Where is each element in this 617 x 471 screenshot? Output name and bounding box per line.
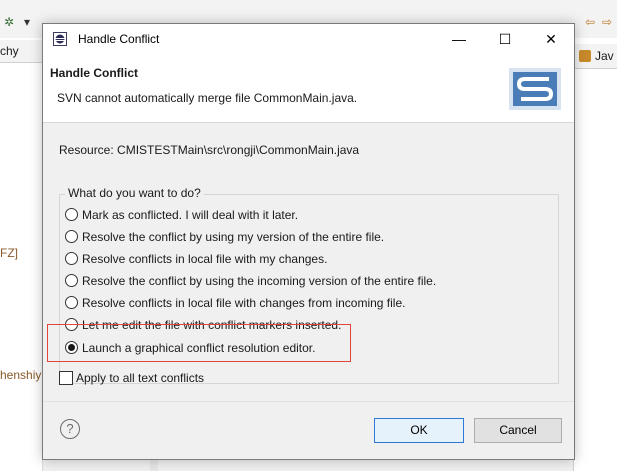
option-label: Resolve the conflict by using the incomi… [82,274,437,288]
header-description: SVN cannot automatically merge file Comm… [57,91,358,105]
option-label: Resolve conflicts in local file with my … [82,252,328,266]
back-arrow-icon[interactable]: ⇦ [585,16,595,28]
option-label: Resolve conflicts in local file with cha… [82,296,406,310]
gear-icon[interactable]: ✲ [4,16,14,28]
option-label: Mark as conflicted. I will deal with it … [82,208,299,222]
close-button[interactable]: ✕ [528,24,574,55]
checkbox-label: Apply to all text conflicts [76,371,205,385]
question-label: What do you want to do? [65,186,204,200]
left-text-1: FZ] [0,246,18,260]
ok-button[interactable]: OK [374,418,464,443]
highlight-annotation [47,324,351,362]
handle-conflict-dialog: Handle Conflict — ☐ ✕ Handle Conflict SV… [42,23,575,460]
eclipse-icon [53,32,67,46]
left-tab[interactable]: chy [0,40,42,63]
svn-logo-icon [509,68,561,110]
radio-button[interactable] [65,252,78,265]
maximize-button[interactable]: ☐ [482,24,528,55]
help-icon[interactable]: ? [60,419,80,439]
right-panel [573,38,617,471]
cancel-button[interactable]: Cancel [474,418,562,443]
resource-path: Resource: CMISTESTMain\src\rongji\Common… [59,143,360,157]
option-label: Resolve the conflict by using my version… [82,230,385,244]
dropdown-arrow-icon[interactable]: ▾ [24,16,30,28]
dialog-header: Handle Conflict SVN cannot automatically… [43,55,574,123]
minimize-button[interactable]: — [436,24,482,55]
left-text-2: henshiy [0,368,42,382]
window-title: Handle Conflict [78,32,160,46]
footer-divider [43,401,574,402]
radio-button[interactable] [65,274,78,287]
right-tab-label: Jav [595,49,614,63]
left-tab-label: chy [0,44,19,58]
forward-arrow-icon[interactable]: ⇨ [602,16,612,28]
java-editor-icon [579,50,591,62]
checkbox-box[interactable] [59,371,73,385]
title-bar[interactable]: Handle Conflict — ☐ ✕ [43,24,574,55]
radio-button[interactable] [65,230,78,243]
radio-button[interactable] [65,296,78,309]
header-title: Handle Conflict [50,66,139,80]
right-tab[interactable]: Jav [573,44,617,69]
radio-button[interactable] [65,208,78,221]
